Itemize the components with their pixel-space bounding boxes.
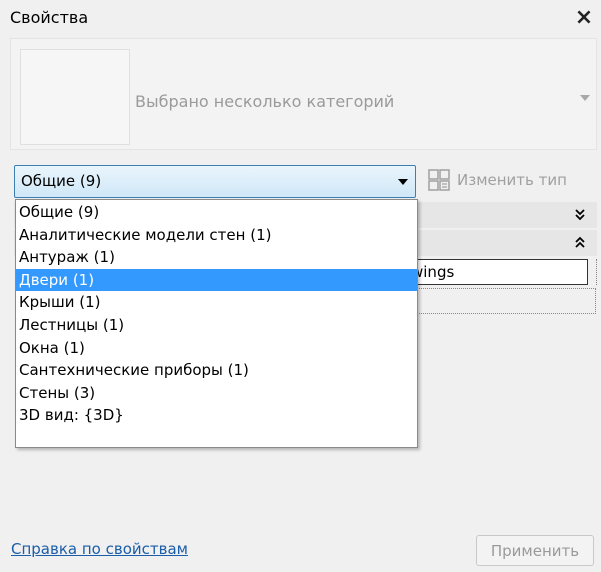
- grid-cell-border: [588, 259, 597, 285]
- title-bar: Свойства ×: [0, 0, 601, 36]
- collapse-all-icon[interactable]: [575, 208, 585, 222]
- edit-type-label: Изменить тип: [457, 171, 567, 189]
- type-preview-image: [20, 49, 130, 145]
- apply-button[interactable]: Применить: [476, 535, 594, 566]
- category-filter-value: Общие (9): [21, 172, 102, 190]
- close-button[interactable]: ×: [571, 4, 597, 30]
- type-selector[interactable]: Выбрано несколько категорий: [10, 38, 597, 150]
- dropdown-item[interactable]: Аналитические модели стен (1): [16, 224, 417, 247]
- close-icon: ×: [574, 4, 594, 30]
- properties-panel: Свойства × Выбрано несколько категорий О…: [0, 0, 601, 572]
- property-value-input[interactable]: wings: [410, 259, 588, 285]
- edit-type-button[interactable]: Изменить тип: [427, 163, 597, 197]
- panel-title: Свойства: [10, 8, 89, 27]
- property-value-cell[interactable]: [410, 288, 596, 314]
- dropdown-item[interactable]: Сантехнические приборы (1): [16, 359, 417, 382]
- chevron-down-icon: [398, 179, 408, 185]
- dropdown-item[interactable]: Общие (9): [16, 201, 417, 224]
- category-filter-combo[interactable]: Общие (9): [14, 165, 416, 198]
- properties-help-link[interactable]: Справка по свойствам: [11, 540, 188, 558]
- type-selector-arrow-icon: [580, 95, 590, 101]
- type-selector-label: Выбрано несколько категорий: [135, 92, 395, 111]
- dropdown-item[interactable]: 3D вид: {3D}: [16, 404, 417, 427]
- category-filter-dropdown: Общие (9) Аналитические модели стен (1) …: [15, 199, 418, 448]
- dropdown-item[interactable]: Стены (3): [16, 382, 417, 405]
- dropdown-item[interactable]: Крыши (1): [16, 291, 417, 314]
- dropdown-item[interactable]: Окна (1): [16, 337, 417, 360]
- dropdown-item[interactable]: Антураж (1): [16, 246, 417, 269]
- collapse-group-icon[interactable]: [575, 236, 585, 250]
- dropdown-item[interactable]: Лестницы (1): [16, 314, 417, 337]
- edit-type-icon: [428, 169, 450, 191]
- dropdown-item-selected[interactable]: Двери (1): [16, 268, 417, 292]
